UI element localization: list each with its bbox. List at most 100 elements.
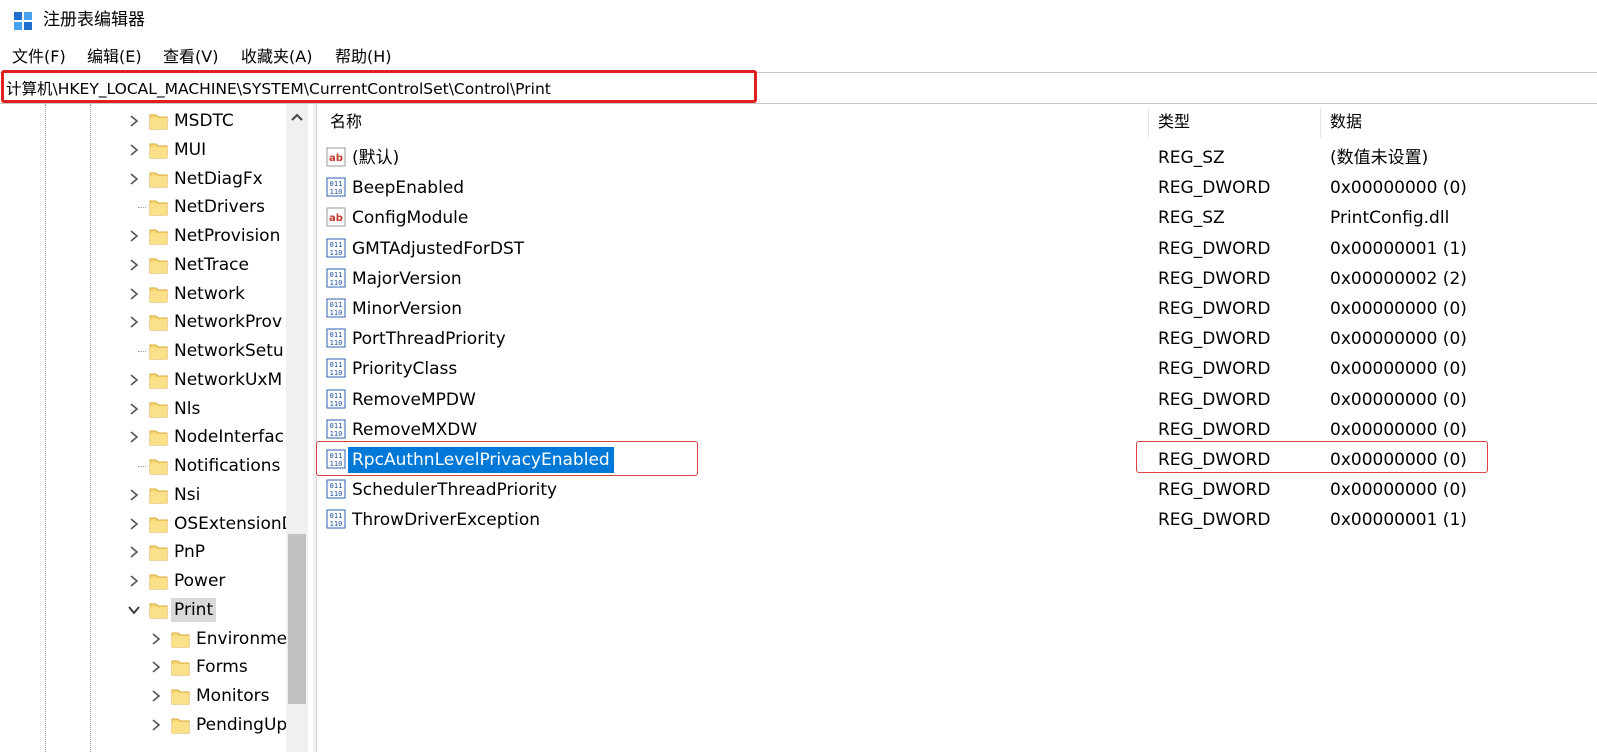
menu-help[interactable]: 帮助(H) [335,44,392,70]
svg-text:011: 011 [330,452,343,460]
value-data: 0x00000000 (0) [1330,480,1467,501]
value-row[interactable]: ab (默认) REG_SZ (数值未设置) [318,143,1597,173]
tree-item-netprovision[interactable]: NetProvision [0,222,290,250]
chevron-right-icon[interactable] [128,228,140,242]
svg-text:011: 011 [330,422,343,430]
svg-text:110: 110 [330,430,343,438]
tree-item-netdrivers[interactable]: NetDrivers [0,193,290,221]
tree-item-environme[interactable]: Environme [0,625,290,653]
value-row[interactable]: 011 110 SchedulerThreadPriority REG_DWORD 0x… [318,475,1597,505]
tree-item-networksetu[interactable]: NetworkSetu [0,337,290,365]
chevron-right-icon[interactable] [128,314,140,328]
tree-item-power[interactable]: Power [0,567,290,595]
tree-item-label: Nsi [174,484,201,505]
chevron-right-icon[interactable] [128,573,140,587]
menu-favorites[interactable]: 收藏夹(A) [241,44,312,70]
value-row[interactable]: 011 110 MajorVersion REG_DWORD 0x00000002 (2… [318,264,1597,294]
value-type: REG_DWORD [1158,419,1271,440]
tree-item-nodeinterfac[interactable]: NodeInterfac [0,423,290,451]
folder-icon [149,601,168,620]
value-row[interactable]: 011 110 PortThreadPriority REG_DWORD 0x00000… [318,324,1597,354]
scroll-thumb[interactable] [288,534,306,704]
menu-edit[interactable]: 编辑(E) [87,44,142,70]
tree-item-label: Nls [174,398,201,419]
folder-icon [149,227,168,246]
chevron-right-icon[interactable] [150,659,162,673]
folder-icon [149,428,168,447]
chevron-right-icon[interactable] [128,401,140,415]
column-header-type[interactable]: 类型 [1158,110,1190,134]
value-row[interactable]: 011 110 MinorVersion REG_DWORD 0x00000000 (0… [318,294,1597,324]
tree-connector-line [138,207,146,209]
value-type: REG_DWORD [1158,389,1271,410]
chevron-right-icon[interactable] [128,429,140,443]
tree-item-networkuxm[interactable]: NetworkUxM [0,366,290,394]
folder-icon [149,515,168,534]
tree-item-osextensiond[interactable]: OSExtensionD [0,510,295,538]
chevron-right-icon[interactable] [128,487,140,501]
value-row[interactable]: 011 110 RemoveMPDW REG_DWORD 0x00000000 (0) [318,385,1597,415]
column-separator[interactable] [1320,108,1321,138]
tree-item-monitors[interactable]: Monitors [0,682,290,710]
tree-item-pendingup[interactable]: PendingUp [0,711,290,739]
chevron-right-icon[interactable] [150,631,162,645]
pane-splitter[interactable] [313,104,317,752]
value-row[interactable]: 011 110 RemoveMXDW REG_DWORD 0x00000000 (0) [318,415,1597,445]
column-separator[interactable] [1148,108,1149,138]
tree-item-networkprov[interactable]: NetworkProv [0,308,290,336]
value-row[interactable]: ab ConfigModule REG_SZ PrintConfig.dll [318,203,1597,233]
menu-view[interactable]: 查看(V) [163,44,218,70]
chevron-right-icon[interactable] [128,171,140,185]
tree-item-print[interactable]: Print [0,596,290,624]
value-name: (默认) [352,148,400,168]
column-header-data[interactable]: 数据 [1330,110,1362,134]
value-row[interactable]: 011 110 GMTAdjustedForDST REG_DWORD 0x000000… [318,234,1597,264]
tree-item-label: PnP [174,542,205,563]
tree-item-label: Power [174,571,226,591]
tree-item-network[interactable]: Network [0,280,290,308]
chevron-right-icon[interactable] [150,717,162,731]
column-header-name[interactable]: 名称 [330,110,362,134]
tree-connector-line [138,351,146,352]
tree-item-pnp[interactable]: PnP [0,538,290,566]
dword-value-icon: 011 110 [326,298,346,318]
chevron-right-icon[interactable] [128,516,140,530]
tree-item-label: MSDTC [174,111,234,131]
chevron-right-icon[interactable] [128,544,140,558]
chevron-right-icon[interactable] [128,113,140,127]
folder-icon [149,572,168,591]
value-data: 0x00000000 (0) [1330,450,1467,470]
value-row[interactable]: 011 110 PriorityClass REG_DWORD 0x00000000 (… [318,354,1597,384]
value-row[interactable]: 011 110 BeepEnabled REG_DWORD 0x00000000 (0) [318,173,1597,203]
tree-item-nsi[interactable]: Nsi [0,481,290,509]
key-tree[interactable]: MSDTC MUI NetDiagFx NetDrivers NetProvision N… [0,104,316,752]
folder-icon [149,342,168,361]
value-row[interactable]: 011 110 RpcAuthnLevelPrivacyEnabled REG_DWO… [318,445,1597,475]
tree-item-nls[interactable]: Nls [0,395,290,423]
chevron-right-icon[interactable] [128,257,140,271]
chevron-down-icon[interactable] [128,602,140,616]
tree-item-netdiagfx[interactable]: NetDiagFx [0,165,290,193]
chevron-right-icon[interactable] [128,142,140,156]
value-list: 名称 类型 数据 ab (默认) REG_SZ (数值未设置) 011 110 BeepEn… [318,104,1597,752]
address-path[interactable]: 计算机\HKEY_LOCAL_MACHINE\SYSTEM\CurrentCon… [6,77,551,101]
address-bar[interactable]: 计算机\HKEY_LOCAL_MACHINE\SYSTEM\CurrentCon… [0,72,1597,104]
folder-icon [171,630,190,649]
chevron-right-icon[interactable] [128,286,140,300]
value-type: REG_DWORD [1158,329,1271,350]
tree-scrollbar[interactable] [286,104,308,752]
folder-icon [149,400,168,419]
scroll-up-arrow-icon[interactable] [291,112,303,122]
folder-icon [149,256,168,275]
tree-item-label: NetTrace [174,254,249,275]
menu-file[interactable]: 文件(F) [12,44,66,70]
tree-item-forms[interactable]: Forms [0,653,290,681]
value-row[interactable]: 011 110 ThrowDriverException REG_DWORD 0x000… [318,505,1597,535]
tree-item-mui[interactable]: MUI [0,136,290,164]
chevron-right-icon[interactable] [128,372,140,386]
value-data: 0x00000000 (0) [1330,299,1467,319]
tree-item-notifications[interactable]: Notifications [0,452,290,480]
chevron-right-icon[interactable] [150,688,162,702]
tree-item-msdtc[interactable]: MSDTC [0,107,290,135]
tree-item-nettrace[interactable]: NetTrace [0,251,290,279]
